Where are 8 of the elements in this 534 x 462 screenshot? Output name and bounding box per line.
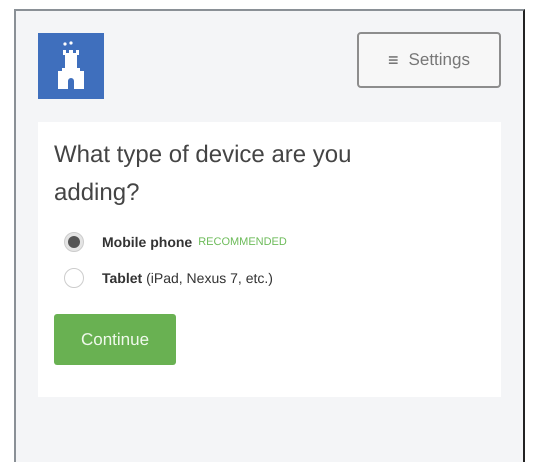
- option-label[interactable]: Mobile phone: [102, 234, 192, 250]
- question-title: What type of device are you adding?: [54, 140, 352, 208]
- settings-button[interactable]: ≡ Settings: [357, 32, 501, 88]
- recommended-label: RECOMMENDED: [198, 236, 287, 248]
- radio-button[interactable]: [64, 232, 84, 252]
- radio-button[interactable]: [64, 268, 84, 288]
- option-label[interactable]: Tablet (iPad, Nexus 7, etc.): [102, 270, 273, 286]
- castle-logo-icon: [38, 33, 104, 99]
